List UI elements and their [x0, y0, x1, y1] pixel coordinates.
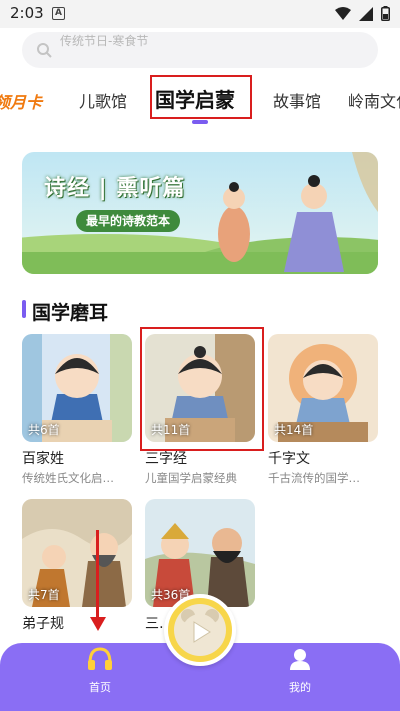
battery-icon	[381, 6, 390, 21]
album-cover: 共7首	[22, 499, 132, 607]
album-title: 三字经	[145, 451, 187, 467]
album-cover: 共36首	[145, 499, 255, 607]
annotation-arrow	[96, 530, 99, 622]
tab-lingnan-culture[interactable]: 岭南文化	[348, 88, 400, 112]
album-card-baijiaxing[interactable]: 共6首 百家姓 传统姓氏文化启…	[22, 334, 132, 486]
nav-mine[interactable]: 我的	[270, 647, 330, 701]
play-icon	[181, 609, 219, 650]
banner-subtitle: 最早的诗教范本	[76, 210, 181, 232]
tab-indicator	[192, 120, 208, 124]
search-placeholder: 传统节日-寒食节	[60, 34, 149, 48]
album-card-qianziwen[interactable]: 共14首 千字文 千古流传的国学…	[268, 334, 378, 486]
annotation-box	[150, 75, 252, 119]
section-accent-bar	[22, 300, 26, 318]
status-bar: 2:03 A	[0, 0, 400, 28]
status-icons	[335, 6, 390, 21]
notification-icon: A	[52, 7, 65, 20]
album-desc: 传统姓氏文化启…	[22, 471, 114, 485]
track-count: 共14首	[274, 423, 314, 437]
album-desc: 千古流传的国学…	[268, 471, 360, 485]
banner[interactable]: 诗经 | 熏听篇 最早的诗教范本	[22, 152, 378, 274]
section-title: 国学磨耳	[32, 302, 109, 324]
album-title: 弟子规	[22, 616, 64, 632]
album-desc: 儿童国学启蒙经典	[145, 471, 237, 485]
status-time: 2:03	[10, 4, 44, 22]
user-icon	[290, 649, 310, 670]
annotation-arrow-head	[90, 617, 106, 631]
search-icon	[37, 43, 52, 58]
headphones-icon	[88, 647, 112, 670]
album-cover: 共14首	[268, 334, 378, 442]
search-bar[interactable]: 传统节日-寒食节	[22, 32, 378, 68]
wifi-icon	[335, 6, 351, 20]
album-title: 千字文	[268, 451, 310, 467]
track-count: 共6首	[28, 423, 60, 437]
track-count: 共7首	[28, 588, 60, 602]
tab-vip-card[interactable]: 领月卡	[0, 89, 42, 113]
banner-title: 诗经 | 熏听篇	[44, 176, 186, 201]
signal-icon	[359, 6, 373, 21]
album-title: 百家姓	[22, 451, 64, 467]
nav-mine-label: 我的	[289, 681, 311, 694]
annotation-box	[140, 327, 264, 451]
album-card-dizigui[interactable]: 共7首 弟子规	[22, 499, 132, 635]
tab-nursery-rhymes[interactable]: 儿歌馆	[79, 88, 127, 112]
player-mascot	[174, 604, 226, 656]
player-button[interactable]	[164, 594, 236, 666]
tab-stories[interactable]: 故事馆	[273, 88, 321, 112]
album-cover: 共6首	[22, 334, 132, 442]
nav-home[interactable]: 首页	[70, 647, 130, 701]
nav-home-label: 首页	[89, 681, 111, 694]
